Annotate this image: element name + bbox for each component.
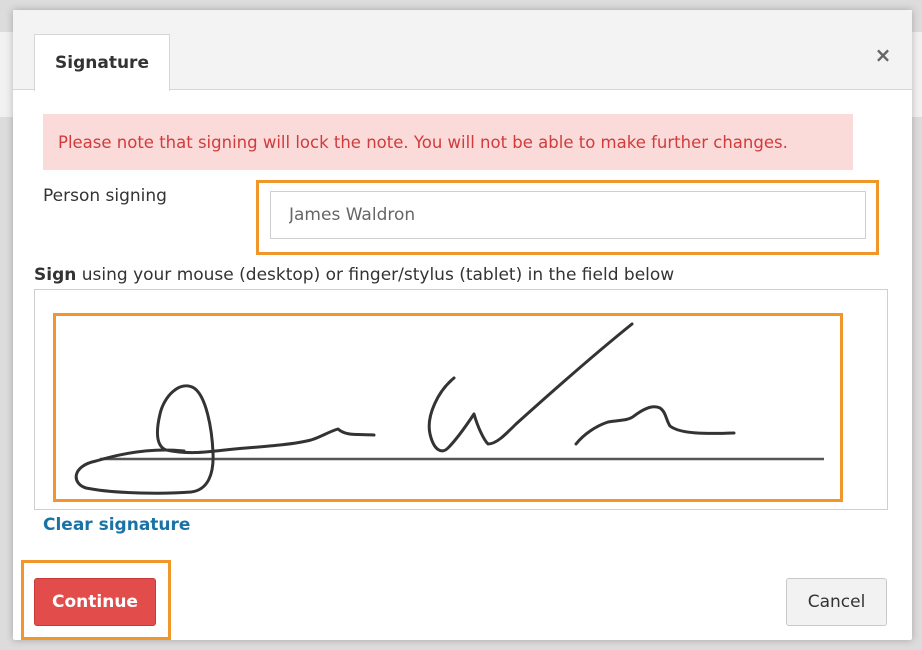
dialog-header: Signature ×	[13, 10, 912, 91]
sign-instruction: Sign using your mouse (desktop) or finge…	[34, 265, 674, 285]
clear-signature-link[interactable]: Clear signature	[43, 515, 190, 535]
close-icon[interactable]: ×	[872, 44, 894, 66]
signature-stroke-w	[427, 322, 634, 453]
sign-instruction-bold: Sign	[34, 265, 77, 285]
sign-instruction-text: using your mouse (desktop) or finger/sty…	[76, 265, 675, 285]
lock-warning-notice: Please note that signing will lock the n…	[43, 114, 853, 170]
tab-signature[interactable]: Signature	[34, 34, 170, 91]
signature-stroke-tail	[574, 405, 736, 446]
signature-stroke-j	[74, 384, 376, 495]
continue-button[interactable]: Continue	[34, 578, 156, 626]
signature-drawing[interactable]	[56, 316, 842, 503]
person-signing-label: Person signing	[43, 186, 167, 206]
person-signing-input[interactable]	[270, 191, 866, 239]
cancel-button[interactable]: Cancel	[786, 578, 887, 626]
